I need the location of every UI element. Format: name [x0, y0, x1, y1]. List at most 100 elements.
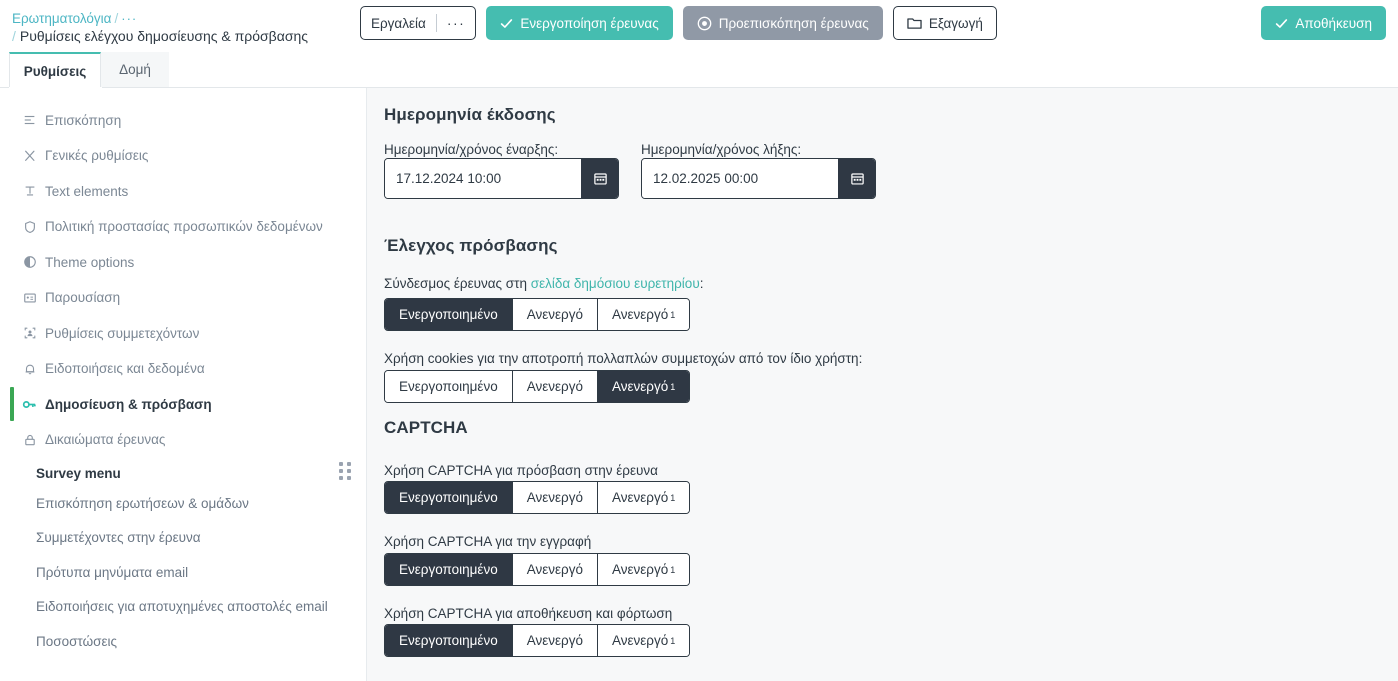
captcha-access-option-enabled[interactable]: Ενεργοποιημένο [385, 482, 513, 513]
activate-survey-label: Ενεργοποίηση έρευνας [520, 15, 659, 31]
public-index-toggle-group: Ενεργοποιημένο Ανενεργό Ανενεργό 1 [384, 298, 691, 331]
seg-superscript: 1 [670, 564, 676, 575]
participants-icon [22, 326, 37, 341]
sidebar-item-survey-permissions[interactable]: Δικαιώματα έρευνας [0, 428, 367, 452]
preview-survey-button[interactable]: Προεπισκόπηση έρευνας [682, 6, 883, 40]
lock-icon [22, 432, 37, 447]
seg-label: Ανενεργό [526, 379, 583, 394]
captcha-registration-label: Χρήση CAPTCHA για την εγγραφή [384, 534, 592, 549]
tools-button-label: Εργαλεία [371, 15, 426, 31]
survey-menu-item-failed-email-notifications[interactable]: Ειδοποιήσεις για αποτυχημένες αποστολές … [0, 597, 367, 617]
captcha-save-load-toggle-group: Ενεργοποιημένο Ανενεργό Ανενεργό 1 [384, 624, 691, 657]
sidebar-item-overview[interactable]: Επισκόπηση [0, 108, 367, 132]
start-datetime-label: Ημερομηνία/χρόνος έναρξης: [384, 142, 559, 157]
activate-survey-button[interactable]: Ενεργοποίηση έρευνας [486, 6, 673, 40]
tools-button[interactable]: Εργαλεία ··· [360, 6, 477, 40]
drag-handle-icon[interactable] [339, 462, 353, 480]
sidebar-item-presentation[interactable]: Παρουσίαση [0, 286, 367, 310]
seg-label: Ανενεργό [611, 379, 669, 394]
public-index-link[interactable]: σελίδα δημόσιου ευρετηρίου [531, 276, 700, 291]
captcha-registration-option-disabled-inherited[interactable]: Ανενεργό 1 [597, 554, 690, 585]
public-index-option-disabled-inherited[interactable]: Ανενεργό 1 [597, 299, 690, 330]
seg-label: Ανενεργό [611, 490, 669, 505]
captcha-access-label: Χρήση CAPTCHA για πρόσβαση στην έρευνα [384, 463, 658, 478]
tools-overflow-icon[interactable]: ··· [447, 16, 466, 30]
check-icon [501, 18, 513, 28]
survey-menu-item-quotas[interactable]: Ποσοστώσεις [0, 631, 367, 651]
survey-menu-item-participants[interactable]: Συμμετέχοντες στην έρευνα [0, 528, 367, 548]
cookies-option-disabled[interactable]: Ανενεργό [512, 371, 598, 402]
end-datetime-input[interactable] [642, 159, 838, 198]
workspace: Επισκόπηση Γενικές ρυθμίσεις Text elemen… [0, 88, 1398, 681]
text-icon [22, 184, 37, 199]
public-index-option-disabled[interactable]: Ανενεργό [512, 299, 598, 330]
sidebar-item-privacy-policy[interactable]: Πολιτική προστασίας προσωπικών δεδομένων [0, 215, 367, 239]
cookies-label: Χρήση cookies για την αποτροπή πολλαπλών… [384, 351, 863, 366]
export-label: Εξαγωγή [928, 15, 983, 31]
sidebar-item-label: Γενικές ρυθμίσεις [45, 148, 149, 163]
header-actions: Εργαλεία ··· Ενεργοποίηση έρευνας Προεπι… [360, 6, 997, 40]
captcha-access-toggle-group: Ενεργοποιημένο Ανενεργό Ανενεργό 1 [384, 481, 691, 514]
tab-settings[interactable]: Ρυθμίσεις [9, 52, 101, 88]
sidebar-nav: Επισκόπηση Γενικές ρυθμίσεις Text elemen… [0, 108, 367, 463]
contrast-icon [22, 255, 37, 270]
save-button[interactable]: Αποθήκευση [1261, 6, 1386, 40]
seg-label: Ανενεργό [526, 633, 583, 648]
sidebar-item-theme-options[interactable]: Theme options [0, 250, 367, 274]
public-index-option-enabled[interactable]: Ενεργοποιημένο [385, 299, 513, 330]
survey-menu-item-label: Πρότυπα μηνύματα email [36, 564, 189, 580]
survey-menu-item-label: Ποσοστώσεις [36, 633, 117, 649]
sidebar-item-label: Text elements [45, 183, 129, 199]
captcha-save-load-option-enabled[interactable]: Ενεργοποιημένο [385, 625, 513, 656]
captcha-access-option-disabled[interactable]: Ανενεργό [512, 482, 598, 513]
seg-label: Ανενεργό [526, 562, 583, 577]
sidebar-item-label: Παρουσίαση [45, 290, 121, 305]
seg-label: Ανενεργό [526, 307, 583, 322]
cookies-option-disabled-inherited[interactable]: Ανενεργό 1 [597, 371, 690, 402]
end-calendar-button[interactable] [838, 159, 875, 198]
seg-label: Ανενεργό [611, 633, 669, 648]
captcha-access-option-disabled-inherited[interactable]: Ανενεργό 1 [597, 482, 690, 513]
survey-menu-item-questions-groups[interactable]: Επισκόπηση ερωτήσεων & ομάδων [0, 493, 367, 513]
seg-superscript: 1 [670, 309, 676, 320]
start-datetime-input[interactable] [385, 159, 581, 198]
breadcrumb-root-link[interactable]: Ερωτηματολόγια [12, 11, 111, 26]
breadcrumb-separator: / [114, 11, 119, 26]
export-button[interactable]: Εξαγωγή [892, 6, 997, 40]
calendar-icon [593, 173, 607, 185]
wrench-icon [22, 148, 37, 163]
sidebar-item-general-settings[interactable]: Γενικές ρυθμίσεις [0, 144, 367, 168]
survey-menu-item-label: Συμμετέχοντες στην έρευνα [36, 530, 201, 545]
top-header-bar: Ερωτηματολόγια / ··· / Ρυθμίσεις ελέγχου δη… [0, 0, 1398, 47]
sidebar-item-participant-settings[interactable]: Ρυθμίσεις συμμετεχόντων [0, 321, 367, 345]
cookies-option-enabled[interactable]: Ενεργοποιημένο [385, 371, 513, 402]
survey-menu-item-email-templates[interactable]: Πρότυπα μηνύματα email [0, 562, 367, 582]
seg-label: Ενεργοποιημένο [399, 562, 498, 577]
sidebar-item-notifications-data[interactable]: Ειδοποιήσεις και δεδομένα [0, 357, 367, 381]
breadcrumb-separator-2: / [12, 28, 16, 44]
captcha-registration-option-enabled[interactable]: Ενεργοποιημένο [385, 554, 513, 585]
tab-structure[interactable]: Δομή [101, 52, 169, 88]
sidebar-item-publication-access[interactable]: Δημοσίευση & πρόσβαση [0, 387, 367, 421]
breadcrumb-ellipsis-button[interactable]: ··· [121, 11, 137, 26]
main-content-panel: Ημερομηνία έκδοσης Ημερομηνία/χρόνος ένα… [367, 88, 1398, 681]
seg-label: Ενεργοποιημένο [399, 490, 498, 505]
captcha-save-load-option-disabled-inherited[interactable]: Ανενεργό 1 [597, 625, 690, 656]
seg-label: Ανενεργό [611, 562, 669, 577]
check-icon [1276, 18, 1288, 28]
survey-menu-title: Survey menu [36, 466, 121, 481]
eye-icon [697, 16, 712, 30]
captcha-save-load-option-disabled[interactable]: Ανενεργό [512, 625, 598, 656]
tab-settings-label: Ρυθμίσεις [23, 63, 87, 79]
seg-label: Ανενεργό [526, 490, 583, 505]
public-index-label-suffix: : [699, 276, 704, 291]
start-calendar-button[interactable] [581, 159, 618, 198]
seg-superscript: 1 [670, 492, 676, 503]
list-overview-icon [22, 113, 37, 128]
calendar-icon [850, 173, 864, 185]
seg-superscript: 1 [670, 381, 676, 392]
access-control-heading: Έλεγχος πρόσβασης [384, 236, 558, 255]
sidebar-item-text-elements[interactable]: Text elements [0, 179, 367, 203]
presentation-icon [22, 290, 37, 305]
captcha-registration-option-disabled[interactable]: Ανενεργό [512, 554, 598, 585]
